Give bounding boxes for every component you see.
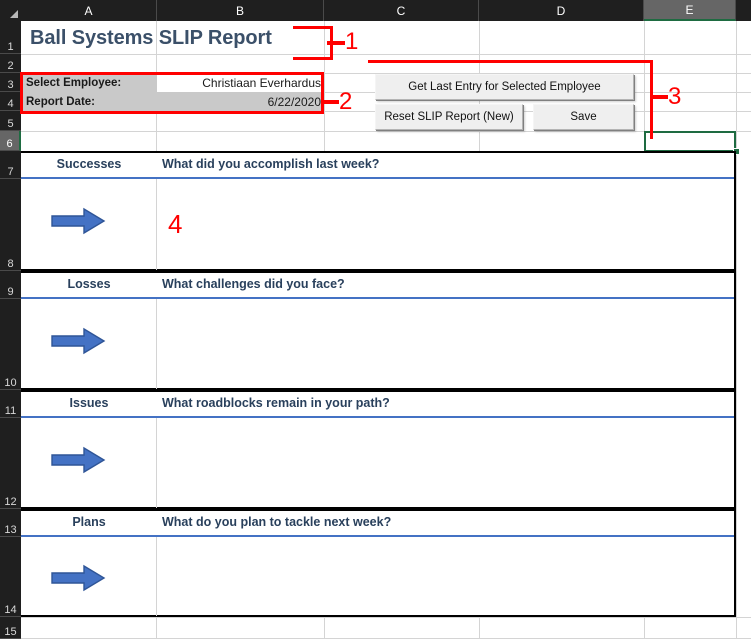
spreadsheet-window: A B C D E 1 2 3 4 5 6 7 8 9 10 11 12 13 …: [0, 0, 751, 639]
section-name-losses: Losses: [67, 277, 111, 291]
arrow-icon-successes: [50, 206, 106, 236]
column-header-b[interactable]: B: [157, 0, 324, 21]
row-header-10[interactable]: 10: [0, 299, 21, 390]
row-header-15[interactable]: 15: [0, 617, 21, 639]
annotation-label-1: 1: [345, 28, 359, 55]
row-header-6[interactable]: 6: [0, 131, 21, 151]
column-header-c[interactable]: C: [324, 0, 479, 21]
row-header-9[interactable]: 9: [0, 271, 21, 299]
select-all-corner[interactable]: [0, 0, 21, 21]
section-divider-losses: [156, 299, 157, 389]
annotation-leader-1: [327, 41, 345, 45]
row-header-13[interactable]: 13: [0, 509, 21, 537]
column-header-a[interactable]: A: [21, 0, 157, 21]
annotation-box-2: [20, 72, 324, 114]
section-answer-plans[interactable]: [160, 543, 751, 613]
annotation-box-3: [368, 60, 653, 139]
row-header-3[interactable]: 3: [0, 73, 21, 92]
section-question-successes: What did you accomplish last week?: [162, 157, 380, 171]
annotation-label-2: 2: [339, 88, 353, 115]
row-header-11[interactable]: 11: [0, 390, 21, 418]
arrow-icon-issues: [50, 445, 106, 475]
annotation-leader-3: [650, 95, 668, 99]
row-header-7[interactable]: 7: [0, 151, 21, 179]
row-header-8[interactable]: 8: [0, 179, 21, 271]
section-answer-losses[interactable]: [160, 305, 751, 385]
page-title: Ball Systems SLIP Report: [30, 26, 272, 49]
section-question-issues: What roadblocks remain in your path?: [162, 396, 390, 410]
annotation-label-3: 3: [668, 83, 682, 110]
row-header-2[interactable]: 2: [0, 54, 21, 73]
section-divider-successes: [156, 179, 157, 270]
section-name-successes: Successes: [56, 157, 122, 171]
section-divider-issues: [156, 418, 157, 508]
row-header-4[interactable]: 4: [0, 92, 21, 111]
section-question-losses: What challenges did you face?: [162, 277, 345, 291]
row-header-1[interactable]: 1: [0, 21, 21, 54]
row-header-14[interactable]: 14: [0, 537, 21, 617]
gridline-h-14: [21, 617, 751, 618]
section-name-plans: Plans: [72, 515, 106, 529]
row-header-12[interactable]: 12: [0, 418, 21, 509]
annotation-leader-2: [321, 100, 339, 104]
annotation-label-4: 4: [168, 209, 183, 239]
section-name-issues: Issues: [69, 396, 109, 410]
section-answer-successes[interactable]: [160, 185, 751, 265]
column-header-e[interactable]: E: [644, 0, 736, 21]
column-header-d[interactable]: D: [479, 0, 644, 21]
arrow-icon-losses: [50, 326, 106, 356]
arrow-icon-plans: [50, 563, 106, 593]
section-divider-plans: [156, 537, 157, 616]
selected-cell-e6[interactable]: [644, 131, 736, 152]
gridline-h-1: [21, 54, 751, 55]
form-right-edge: [734, 151, 736, 617]
section-question-plans: What do you plan to tackle next week?: [162, 515, 392, 529]
row-header-5[interactable]: 5: [0, 111, 21, 131]
section-answer-issues[interactable]: [160, 424, 751, 504]
